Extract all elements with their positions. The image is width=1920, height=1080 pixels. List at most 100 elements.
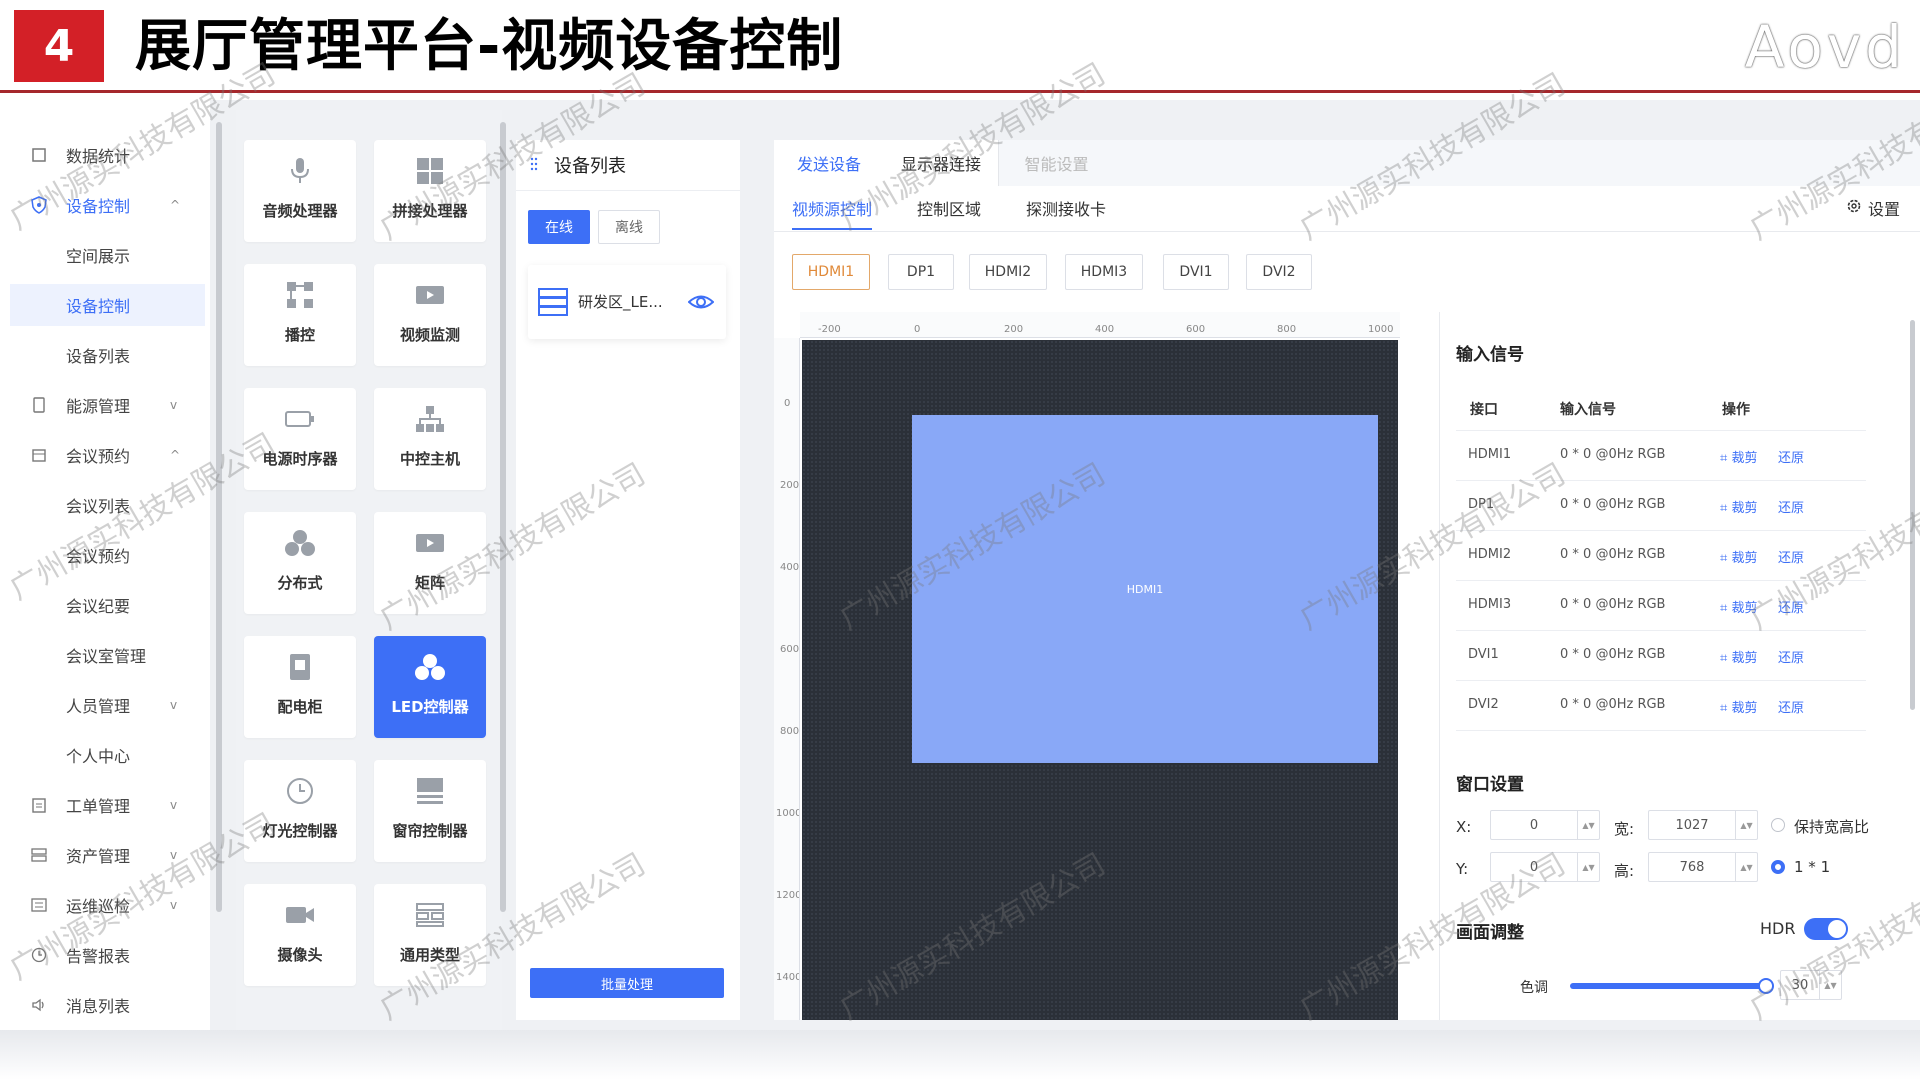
sidebar-item-meeting-booking[interactable]: 会议预约 ^ — [0, 434, 210, 476]
ruler-tick: 600 — [780, 644, 800, 655]
source-button-dvi1[interactable]: DVI1 — [1163, 254, 1229, 290]
ruler-tick: 200 — [1004, 324, 1024, 335]
device-card-distributed[interactable]: 分布式 — [244, 512, 356, 614]
crop-label: 裁剪 — [1731, 501, 1758, 516]
eye-icon[interactable] — [687, 291, 715, 313]
sidebar-item-assets[interactable]: 资产管理 v — [0, 834, 210, 876]
source-button-hdmi3[interactable]: HDMI3 — [1065, 254, 1143, 290]
sidebar-item-device-list[interactable]: 设备列表 — [0, 334, 210, 376]
drag-handle-icon[interactable] — [530, 156, 538, 172]
stepper-icon[interactable]: ▲▼ — [1735, 811, 1757, 839]
sidebar-item-space-display[interactable]: 空间展示 — [0, 234, 210, 276]
table-row: DVI1 0 * 0 @0Hz RGB ⌗ 裁剪 还原 — [1456, 631, 1866, 681]
source-button-hdmi1[interactable]: HDMI1 — [792, 254, 870, 290]
sidebar-item-work-orders[interactable]: 工单管理 v — [0, 784, 210, 826]
height-input[interactable]: 768 ▲▼ — [1648, 852, 1758, 882]
sidebar-item-device-control-sub[interactable]: 设备控制 — [10, 284, 205, 326]
device-card-splicing-processor[interactable]: 拼接处理器 — [374, 140, 486, 242]
batch-process-button[interactable]: 批量处理 — [530, 968, 724, 998]
width-input[interactable]: 1027 ▲▼ — [1648, 810, 1758, 840]
device-card-light-controller[interactable]: 灯光控制器 — [244, 760, 356, 862]
chart-icon — [30, 146, 48, 164]
sidebar-item-device-control[interactable]: 设备控制 ^ — [0, 184, 210, 226]
stepper-icon[interactable]: ▲▼ — [1819, 971, 1841, 999]
layout-canvas[interactable]: HDMI1 — [802, 340, 1398, 1020]
hue-slider-track[interactable] — [1570, 983, 1766, 989]
y-input[interactable]: 0 ▲▼ — [1490, 852, 1600, 882]
properties-scrollbar[interactable] — [1910, 320, 1915, 710]
tab-control-area[interactable]: 控制区域 — [917, 196, 981, 220]
crop-button[interactable]: ⌗ 裁剪 — [1720, 497, 1757, 516]
crop-button[interactable]: ⌗ 裁剪 — [1720, 597, 1757, 616]
sidebar-item-energy[interactable]: 能源管理 v — [0, 384, 210, 426]
device-card-video-monitor[interactable]: 视频监测 — [374, 264, 486, 366]
restore-button[interactable]: 还原 — [1778, 447, 1804, 466]
tab-offline[interactable]: 离线 — [598, 210, 660, 244]
sidebar-item-messages[interactable]: 消息列表 — [0, 984, 210, 1026]
device-card-matrix[interactable]: 矩阵 — [374, 512, 486, 614]
restore-button[interactable]: 还原 — [1778, 547, 1804, 566]
tab-smart-settings[interactable]: 智能设置 — [999, 140, 1114, 186]
sidebar-item-meeting-minutes[interactable]: 会议纪要 — [0, 584, 210, 626]
device-grid-scrollbar[interactable] — [500, 122, 506, 912]
device-card-audio-processor[interactable]: 音频处理器 — [244, 140, 356, 242]
device-card-power-sequencer[interactable]: 电源时序器 — [244, 388, 356, 490]
crop-button[interactable]: ⌗ 裁剪 — [1720, 447, 1757, 466]
ruler-tick: 800 — [1277, 324, 1297, 335]
sidebar-item-room-management[interactable]: 会议室管理 — [0, 634, 210, 676]
crop-button[interactable]: ⌗ 裁剪 — [1720, 697, 1757, 716]
crop-button[interactable]: ⌗ 裁剪 — [1720, 547, 1757, 566]
sidebar-item-inspection[interactable]: 运维巡检 v — [0, 884, 210, 926]
stepper-icon[interactable]: ▲▼ — [1577, 811, 1599, 839]
tab-video-source-control[interactable]: 视频源控制 — [792, 196, 872, 220]
device-card-led-controller[interactable]: LED控制器 — [374, 636, 486, 738]
device-card-generic-type[interactable]: 通用类型 — [374, 884, 486, 986]
sidebar-item-statistics[interactable]: 数据统计 — [0, 134, 210, 176]
device-card-camera[interactable]: 摄像头 — [244, 884, 356, 986]
sidebar-item-meeting-list[interactable]: 会议列表 — [0, 484, 210, 526]
cell-signal: 0 * 0 @0Hz RGB — [1560, 547, 1666, 562]
sidebar-item-staff[interactable]: 人员管理 v — [0, 684, 210, 726]
sidebar-scrollbar[interactable] — [216, 122, 222, 912]
source-button-dvi2[interactable]: DVI2 — [1246, 254, 1312, 290]
restore-button[interactable]: 还原 — [1778, 697, 1804, 716]
settings-button[interactable]: 设置 — [1846, 196, 1900, 220]
crop-icon: ⌗ — [1720, 651, 1732, 666]
stepper-icon[interactable]: ▲▼ — [1735, 853, 1757, 881]
stepper-icon[interactable]: ▲▼ — [1577, 853, 1599, 881]
sidebar-item-meeting-reserve[interactable]: 会议预约 — [0, 534, 210, 576]
device-card-distribution-cabinet[interactable]: 配电柜 — [244, 636, 356, 738]
input-signal-title: 输入信号 — [1456, 345, 1524, 365]
source-button-dp1[interactable]: DP1 — [888, 254, 954, 290]
device-card-curtain-controller[interactable]: 窗帘控制器 — [374, 760, 486, 862]
tab-display-connection[interactable]: 显示器连接 — [884, 140, 999, 186]
tab-online[interactable]: 在线 — [528, 210, 590, 244]
device-card-playback-control[interactable]: 播控 — [244, 264, 356, 366]
height-label: 高: — [1614, 862, 1635, 880]
sidebar-item-label: 设备控制 — [66, 197, 131, 216]
sidebar-item-profile[interactable]: 个人中心 — [0, 734, 210, 776]
sidebar-item-label: 能源管理 — [66, 397, 131, 416]
tab-sending-device[interactable]: 发送设备 — [774, 140, 884, 186]
hue-slider-handle[interactable] — [1758, 978, 1774, 994]
restore-button[interactable]: 还原 — [1778, 647, 1804, 666]
hue-input[interactable]: 30 ▲▼ — [1780, 970, 1842, 1000]
tab-detect-receiver[interactable]: 探测接收卡 — [1026, 196, 1106, 220]
hierarchy-icon — [413, 402, 447, 436]
source-button-hdmi2[interactable]: HDMI2 — [969, 254, 1047, 290]
ruler-tick: 0 — [784, 398, 791, 409]
y-value: 0 — [1529, 859, 1539, 875]
video-window-hdmi1[interactable]: HDMI1 — [912, 415, 1378, 763]
sidebar-item-alarm-report[interactable]: 告警报表 — [0, 934, 210, 976]
restore-button[interactable]: 还原 — [1778, 497, 1804, 516]
one-to-one-radio[interactable] — [1771, 860, 1785, 874]
hdr-toggle[interactable] — [1804, 918, 1848, 940]
restore-button[interactable]: 还原 — [1778, 597, 1804, 616]
device-card-central-host[interactable]: 中控主机 — [374, 388, 486, 490]
crop-button[interactable]: ⌗ 裁剪 — [1720, 647, 1757, 666]
device-list-item[interactable]: 研发区_LE... — [528, 265, 726, 339]
x-input[interactable]: 0 ▲▼ — [1490, 810, 1600, 840]
server-icon — [538, 287, 568, 317]
crop-icon: ⌗ — [1720, 501, 1732, 516]
keep-ratio-radio[interactable] — [1771, 818, 1785, 832]
